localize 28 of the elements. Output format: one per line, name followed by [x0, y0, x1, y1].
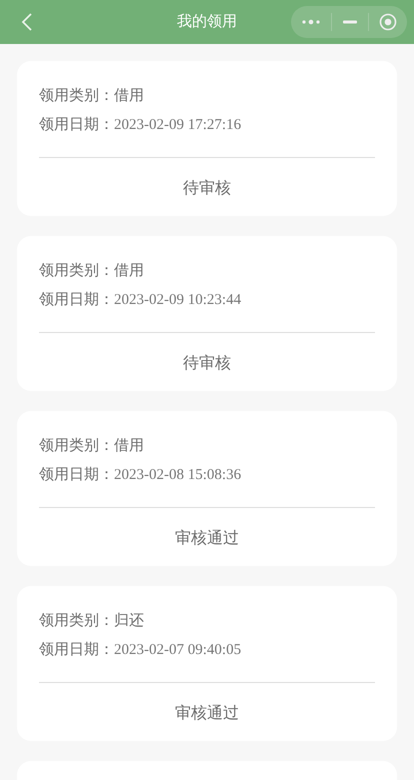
status-text: 审核通过 — [175, 704, 239, 724]
status-text: 待审核 — [183, 354, 231, 374]
minimize-icon — [343, 20, 357, 24]
field-label: 领用类别： — [39, 86, 114, 106]
field-label: 领用日期： — [39, 290, 114, 310]
field-value: 2023-02-09 17:27:16 — [114, 116, 242, 135]
field-label: 领用类别： — [39, 436, 114, 456]
field-label: 领用日期： — [39, 464, 114, 485]
record-card[interactable]: 领用类别：归还 领用日期：2023-02-07 09:40:05 审核通过 — [17, 586, 397, 741]
field-value: 借用 — [114, 86, 144, 106]
field-label: 领用类别： — [39, 260, 114, 281]
field-label: 领用日期： — [39, 640, 114, 660]
record-card[interactable]: 领用类别：借用 领用日期：2023-02-09 17:27:16 待审核 — [17, 61, 397, 216]
page-title: 我的领用 — [176, 12, 238, 32]
status-text: 审核通过 — [175, 528, 239, 549]
field-value: 借用 — [114, 260, 144, 281]
field-value: 2023-02-09 10:23:44 — [114, 290, 242, 310]
field-value: 归还 — [114, 610, 144, 631]
field-value: 借用 — [114, 436, 144, 456]
field-label: 领用类别： — [39, 610, 114, 631]
close-icon — [379, 13, 397, 31]
record-card[interactable]: 领用类别：借用 领用日期：2023-02-09 10:23:44 待审核 — [17, 236, 397, 391]
status-text: 待审核 — [183, 178, 231, 199]
field-label: 领用日期： — [39, 114, 114, 135]
record-card[interactable]: 领用类别：借用 领用日期：2023-02-08 15:08:36 审核通过 — [17, 411, 397, 566]
field-value: 2023-02-07 09:40:05 — [114, 640, 242, 660]
field-value: 2023-02-08 15:08:36 — [114, 466, 242, 485]
more-icon — [301, 18, 321, 26]
